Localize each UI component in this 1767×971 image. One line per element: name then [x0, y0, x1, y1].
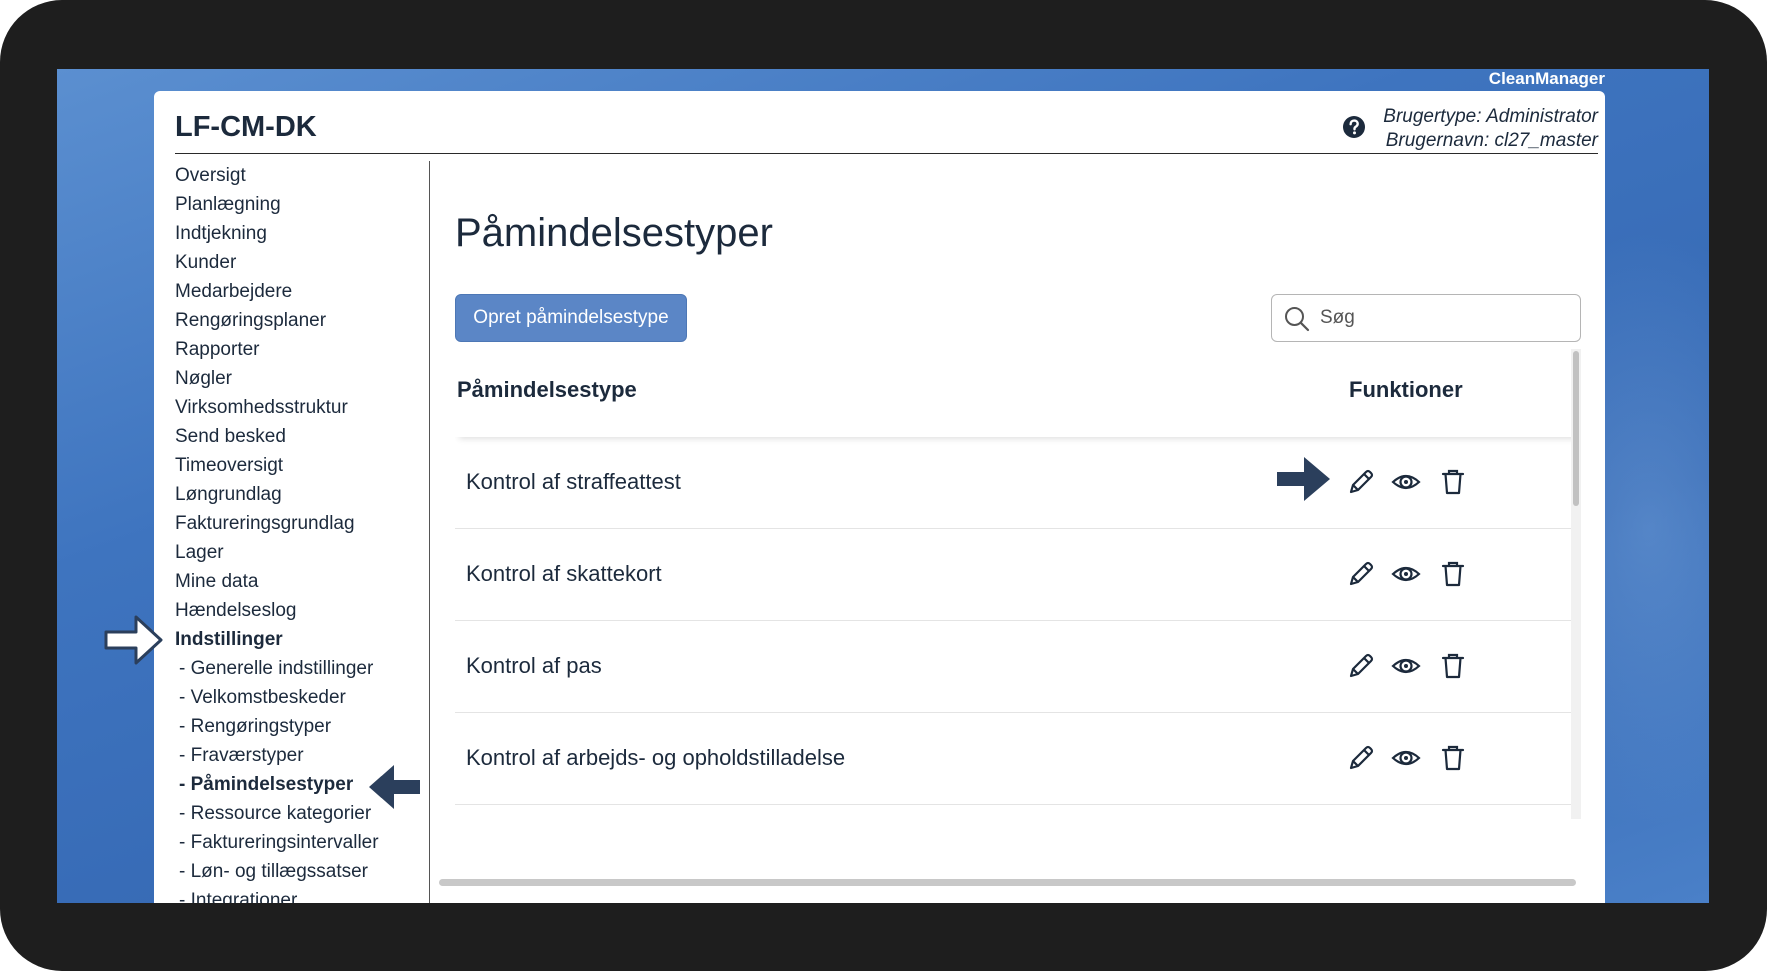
table-row: Kontrol af straffeattest: [455, 437, 1581, 529]
sidebar-item-timeoversigt[interactable]: Timeoversigt: [175, 451, 429, 480]
sidebar-item-hændelseslog[interactable]: Hændelseslog: [175, 596, 429, 625]
sidebar-item-lager[interactable]: Lager: [175, 538, 429, 567]
sidebar-subitem-faktureringsintervaller[interactable]: - Faktureringsintervaller: [175, 828, 429, 857]
vertical-scrollbar-thumb[interactable]: [1573, 351, 1579, 506]
sidebar-item-mine-data[interactable]: Mine data: [175, 567, 429, 596]
vertical-scrollbar[interactable]: [1571, 349, 1581, 819]
row-label: Kontrol af straffeattest: [466, 469, 681, 494]
row-label: Kontrol af arbejds- og opholdstilladelse: [466, 745, 846, 770]
user-type: Brugertype: Administrator: [1383, 106, 1598, 127]
table-header: Påmindelsestype Funktioner: [455, 349, 1581, 437]
trash-icon[interactable]: [1438, 559, 1468, 589]
desktop-background: CleanManager LF-CM-DK Brugertype: Admini…: [57, 69, 1709, 903]
guide-arrow-icon: [1277, 457, 1330, 501]
sidebar-item-planlægning[interactable]: Planlægning: [175, 190, 429, 219]
table-row: Kontrol af pas: [455, 621, 1581, 713]
eye-icon[interactable]: [1391, 467, 1421, 497]
search-box[interactable]: [1271, 294, 1581, 342]
org-name: LF-CM-DK: [175, 111, 317, 143]
row-label: Kontrol af pas: [466, 653, 602, 678]
sidebar-item-medarbejdere[interactable]: Medarbejdere: [175, 277, 429, 306]
main-content: Påmindelsestyper Opret påmindelsestype P…: [439, 161, 1581, 903]
sidebar-item-oversigt[interactable]: Oversigt: [175, 161, 429, 190]
reminder-types-table: Påmindelsestype Funktioner Kontrol af st…: [455, 349, 1581, 844]
sidebar-item-send-besked[interactable]: Send besked: [175, 422, 429, 451]
pencil-icon[interactable]: [1346, 467, 1376, 497]
eye-icon[interactable]: [1391, 651, 1421, 681]
column-header-type: Påmindelsestype: [457, 377, 637, 402]
pencil-icon[interactable]: [1346, 743, 1376, 773]
guide-arrow-icon: [369, 765, 420, 809]
guide-arrow-icon: [104, 615, 163, 665]
eye-icon[interactable]: [1391, 559, 1421, 589]
sidebar-item-rapporter[interactable]: Rapporter: [175, 335, 429, 364]
column-header-functions: Funktioner: [1349, 377, 1463, 402]
table-row: Kontrol af arbejds- og opholdstilladelse: [455, 713, 1581, 805]
question-circle-icon[interactable]: [1342, 115, 1366, 139]
sidebar-item-rengøringsplaner[interactable]: Rengøringsplaner: [175, 306, 429, 335]
pencil-icon[interactable]: [1346, 651, 1376, 681]
sidebar-item-faktureringsgrundlag[interactable]: Faktureringsgrundlag: [175, 509, 429, 538]
eye-icon[interactable]: [1391, 743, 1421, 773]
create-reminder-type-button[interactable]: Opret påmindelsestype: [455, 294, 687, 342]
sidebar-subitem-velkomstbeskeder[interactable]: - Velkomstbeskeder: [175, 683, 429, 712]
trash-icon[interactable]: [1438, 743, 1468, 773]
user-name: Brugernavn: cl27_master: [1385, 130, 1598, 151]
sidebar-subitem-rengøringstyper[interactable]: - Rengøringstyper: [175, 712, 429, 741]
horizontal-scrollbar[interactable]: [439, 879, 1576, 886]
search-icon: [1285, 307, 1310, 332]
trash-icon[interactable]: [1438, 467, 1468, 497]
sidebar-item-løngrundlag[interactable]: Løngrundlag: [175, 480, 429, 509]
row-label: Kontrol af skattekort: [466, 561, 662, 586]
sidebar-subitem-generelle-indstillinger[interactable]: - Generelle indstillinger: [175, 654, 429, 683]
pencil-icon[interactable]: [1346, 559, 1376, 589]
sidebar-item-indtjekning[interactable]: Indtjekning: [175, 219, 429, 248]
trash-icon[interactable]: [1438, 651, 1468, 681]
sidebar-subitem-integrationer[interactable]: - Integrationer: [175, 886, 429, 903]
brand-label: CleanManager: [1488, 69, 1605, 88]
search-input[interactable]: [1320, 303, 1570, 333]
sidebar-main-items: Oversigt Planlægning Indtjekning Kunder Meda…: [175, 161, 429, 654]
sidebar-item-indstillinger[interactable]: Indstillinger: [175, 625, 429, 654]
app-header: LF-CM-DK Brugertype: Administrator Bruge…: [175, 91, 1598, 154]
table-row: Kontrol af skattekort: [455, 529, 1581, 621]
page-title: Påmindelsestyper: [455, 211, 773, 255]
sidebar-item-virksomhedsstruktur[interactable]: Virksomhedsstruktur: [175, 393, 429, 422]
sidebar-subitem-løn-og-tillægssatser[interactable]: - Løn- og tillægssatser: [175, 857, 429, 886]
user-info: Brugertype: Administrator Brugernavn: cl…: [1383, 105, 1598, 153]
sidebar-item-kunder[interactable]: Kunder: [175, 248, 429, 277]
sidebar-item-nøgler[interactable]: Nøgler: [175, 364, 429, 393]
